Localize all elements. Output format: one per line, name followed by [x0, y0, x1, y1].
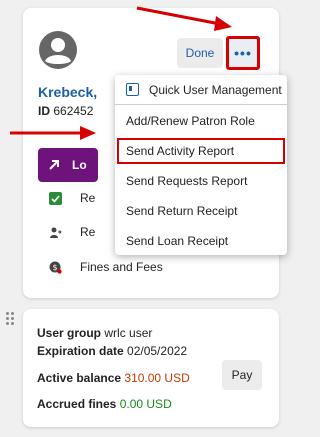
side-item-fines[interactable]: $ Fines and Fees	[48, 258, 163, 276]
active-balance-label: Active balance	[37, 371, 122, 385]
patron-id: ID 662452	[38, 104, 93, 118]
menu-item-send-requests-report[interactable]: Send Requests Report	[115, 166, 287, 196]
menu-item-label: Quick User Management	[149, 82, 282, 97]
more-actions-button[interactable]: •••	[226, 36, 260, 70]
side-item-label: Fines and Fees	[80, 260, 163, 274]
menu-item-send-loan-receipt[interactable]: Send Loan Receipt	[115, 226, 287, 256]
menu-item-label: Send Return Receipt	[126, 204, 238, 218]
annotation-arrow-top	[136, 6, 232, 31]
quick-user-icon	[126, 83, 139, 96]
active-balance-value: 310.00 USD	[124, 371, 190, 385]
accrued-fines-value: 0.00 USD	[119, 397, 172, 411]
svg-text:$: $	[52, 263, 57, 272]
menu-item-send-activity-report[interactable]: Send Activity Report	[115, 136, 287, 166]
menu-item-label: Send Loan Receipt	[126, 234, 229, 248]
accrued-fines-label: Accrued fines	[37, 397, 117, 411]
patron-card: Done ••• Krebeck, ID 662452 Lo Re Re $ F…	[23, 8, 287, 298]
pay-button[interactable]: Pay	[222, 360, 262, 390]
user-swap-icon	[48, 225, 62, 239]
patron-name[interactable]: Krebeck,	[38, 84, 97, 100]
annotation-arrow-left	[10, 126, 96, 140]
expiration-value: 02/05/2022	[127, 344, 188, 358]
more-actions-menu: Quick User Management Add/Renew Patron R…	[115, 75, 287, 255]
side-item-returns[interactable]: Re	[48, 189, 95, 207]
drag-handle-icon[interactable]	[6, 312, 16, 328]
done-button[interactable]: Done	[177, 38, 223, 68]
side-item-requests[interactable]: Re	[48, 223, 95, 241]
menu-item-label: Send Activity Report	[126, 144, 235, 158]
user-group-row: User group wrlc user	[37, 326, 152, 340]
account-card: User group wrlc user Expiration date 02/…	[23, 309, 279, 427]
menu-item-quick-user-management[interactable]: Quick User Management	[115, 75, 287, 105]
avatar-icon	[39, 31, 77, 69]
side-item-label: Re	[80, 225, 96, 239]
money-icon: $	[48, 260, 62, 274]
menu-item-add-renew-patron-role[interactable]: Add/Renew Patron Role	[115, 106, 287, 136]
user-group-value: wrlc user	[104, 326, 153, 340]
menu-item-send-return-receipt[interactable]: Send Return Receipt	[115, 196, 287, 226]
loan-button[interactable]: Lo	[38, 148, 98, 182]
arrow-up-right-icon	[49, 160, 59, 170]
user-group-label: User group	[37, 326, 102, 340]
active-balance-row: Active balance 310.00 USD	[37, 371, 190, 385]
expiration-row: Expiration date 02/05/2022	[37, 344, 187, 358]
accrued-fines-row: Accrued fines 0.00 USD	[37, 397, 172, 411]
expiration-label: Expiration date	[37, 344, 124, 358]
side-item-label: Re	[80, 191, 96, 205]
patron-id-label: ID	[38, 104, 50, 118]
menu-item-label: Send Requests Report	[126, 174, 248, 188]
menu-item-label: Add/Renew Patron Role	[126, 114, 255, 128]
patron-id-value: 662452	[53, 104, 94, 118]
checkbox-icon	[48, 191, 62, 205]
loan-button-label: Lo	[72, 158, 87, 172]
